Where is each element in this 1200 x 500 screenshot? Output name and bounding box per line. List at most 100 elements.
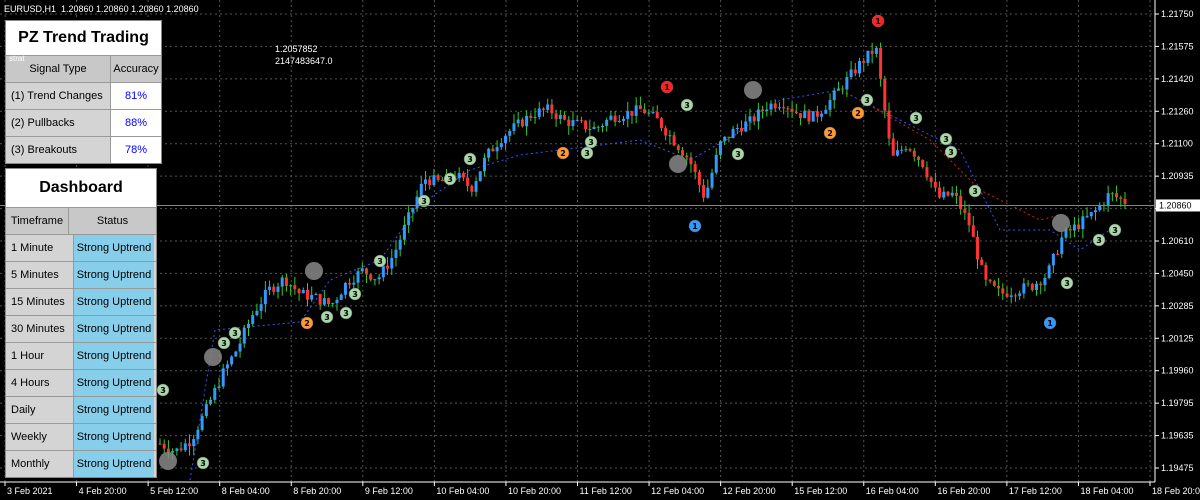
signal-marker-label: 3: [160, 386, 166, 395]
dashboard-title: Dashboard: [6, 169, 156, 207]
candle-body: [643, 109, 647, 114]
candle-body: [782, 107, 786, 109]
signal-marker-label: 1: [875, 17, 881, 26]
x-tick-label: 11 Feb 12:00: [580, 486, 632, 496]
col-status: Status: [96, 215, 129, 227]
signal-marker-label: 1: [692, 222, 698, 231]
candle-body: [175, 448, 179, 451]
candle-body: [664, 128, 668, 136]
candle-body: [638, 105, 642, 110]
candle-body: [314, 293, 318, 295]
candle-body: [331, 303, 335, 305]
trend-change-marker: [159, 452, 177, 470]
x-tick-label: 10 Feb 04:00: [436, 486, 489, 496]
candle-body: [512, 123, 516, 131]
candle-body: [756, 109, 760, 122]
candle-body: [689, 157, 693, 165]
candle-body: [508, 130, 512, 136]
candle-body: [904, 149, 908, 151]
candle-body: [971, 225, 975, 237]
candle-body: [980, 259, 984, 265]
candle-body: [655, 112, 659, 119]
candle-body: [537, 108, 541, 117]
candle-body: [495, 147, 499, 152]
candle-body: [520, 119, 524, 127]
candle-body: [246, 323, 250, 328]
candle-body: [575, 119, 579, 121]
timeframe-label: 4 Hours: [6, 370, 74, 396]
candle-body: [811, 111, 815, 122]
x-tick-label: 17 Feb 12:00: [1009, 486, 1062, 496]
candle-body: [571, 120, 575, 127]
candle-body: [491, 148, 495, 152]
current-price-label: 1.20860: [1159, 200, 1192, 210]
trailing-stop-line: [189, 89, 1111, 481]
candle-body: [912, 150, 916, 157]
candle-body: [436, 175, 440, 180]
price-chart[interactable]: 333323 3333332 331313223133333133 1.217501…: [0, 0, 1200, 500]
candle-body: [470, 185, 474, 192]
x-tick-label: 15 Feb 12:00: [794, 486, 847, 496]
candle-body: [740, 127, 744, 132]
candle-body: [1022, 283, 1026, 294]
candle-body: [651, 112, 655, 114]
y-tick-label: 1.19795: [1161, 398, 1194, 408]
candle-body: [702, 184, 706, 198]
candle-body: [1005, 293, 1009, 297]
candle-body: [1039, 283, 1043, 286]
candle-body: [343, 282, 347, 295]
candle-body: [411, 208, 415, 213]
candle-body: [339, 294, 343, 300]
dashboard-header-row: Timeframe Status: [6, 207, 156, 234]
timeframe-row: 15 Minutes Strong Uptrend: [6, 288, 156, 315]
candle-body: [390, 257, 394, 269]
candle-body: [879, 47, 883, 79]
candle-body: [933, 181, 937, 188]
candle-body: [988, 279, 992, 282]
x-tick-label: 18 Feb 04:00: [1080, 486, 1133, 496]
candle-body: [327, 298, 331, 305]
candle-body: [613, 115, 617, 122]
signal-marker-label: 3: [200, 459, 206, 468]
candle-body: [769, 103, 773, 110]
candle-body: [917, 156, 921, 160]
signal-marker-label: 1: [1047, 319, 1053, 328]
timeframe-row: 5 Minutes Strong Uptrend: [6, 261, 156, 288]
timeframe-row: Weekly Strong Uptrend: [6, 423, 156, 450]
candle-body: [828, 100, 832, 110]
timeframe-row: 4 Hours Strong Uptrend: [6, 369, 156, 396]
signal-marker-label: 3: [948, 148, 954, 157]
candle-body: [162, 443, 166, 449]
candle-body: [1119, 197, 1123, 199]
candle-body: [461, 173, 465, 178]
candle-body: [255, 310, 259, 316]
candle-body: [196, 429, 200, 440]
candle-body: [849, 69, 853, 78]
candle-body: [398, 239, 402, 250]
candle-body: [297, 289, 301, 294]
signal-marker-label: 3: [324, 313, 330, 322]
candle-body: [853, 69, 857, 74]
y-tick-label: 1.20935: [1161, 171, 1194, 181]
candle-body: [276, 286, 280, 292]
candle-body: [1009, 295, 1013, 297]
candle-body: [967, 212, 971, 226]
col-timeframe: Timeframe: [6, 208, 69, 234]
candle-body: [718, 141, 722, 155]
candle-body: [251, 315, 255, 324]
candle-body: [529, 115, 533, 118]
y-tick-label: 1.21420: [1161, 74, 1194, 84]
candle-body: [584, 120, 588, 130]
candle-body: [596, 126, 600, 128]
candle-body: [335, 299, 339, 304]
candle-body: [685, 155, 689, 158]
x-tick-label: 16 Feb 20:00: [937, 486, 990, 496]
candle-body: [706, 187, 710, 198]
signal-row: (1) Trend Changes 81%: [6, 82, 161, 109]
trend-change-marker: [744, 81, 762, 99]
candle-body: [790, 108, 794, 112]
candle-body: [322, 298, 326, 305]
panel-header-row: Signal Type Accuracy: [6, 55, 161, 82]
candle-body: [1072, 224, 1076, 231]
timeframe-status: Strong Uptrend: [74, 289, 154, 315]
